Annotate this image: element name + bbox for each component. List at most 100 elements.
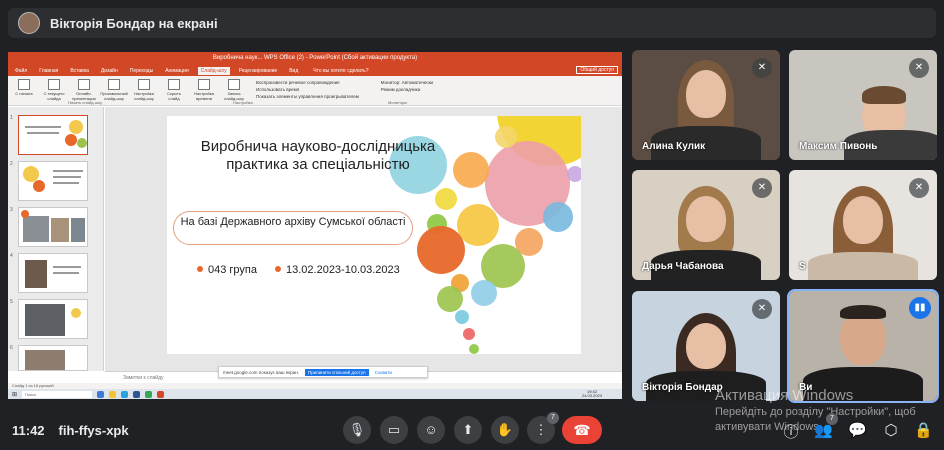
record-show-button[interactable]: Запись слайд-шоу bbox=[222, 79, 246, 102]
from-beginning-button[interactable]: С начала bbox=[12, 79, 36, 102]
participant-video bbox=[840, 305, 886, 319]
setup-show-button[interactable]: Настройка слайд-шоу bbox=[132, 79, 156, 102]
stop-sharing-button[interactable]: Припинити спільний доступ bbox=[304, 368, 369, 376]
leave-call-button[interactable]: ☎ bbox=[562, 416, 602, 444]
thumb-text bbox=[53, 170, 83, 172]
ribbon-label: Настройка слайд-шоу bbox=[134, 91, 154, 101]
chrome-icon[interactable] bbox=[145, 390, 153, 398]
ppt-share-button[interactable]: Общий доступ bbox=[576, 66, 618, 74]
more-options-button[interactable]: ⋮ 7 bbox=[527, 412, 559, 444]
end-call-icon: ☎ bbox=[573, 422, 591, 438]
slide-thumb[interactable] bbox=[18, 207, 88, 247]
presenter-banner: Вікторія Бондар на екрані bbox=[8, 8, 936, 38]
thumb-number: 4 bbox=[10, 253, 13, 259]
folder-icon[interactable] bbox=[109, 390, 117, 398]
participant-tile[interactable]: ✕ Максим Пивонь bbox=[789, 50, 937, 160]
tab-design[interactable]: Дизайн bbox=[98, 67, 121, 75]
host-controls-icon[interactable]: 🔒 bbox=[914, 421, 933, 439]
windows-taskbar: ⊞ Поиск 19:42 24.03.2023 bbox=[8, 389, 622, 399]
meeting-info-icon[interactable]: ⓘ bbox=[782, 421, 800, 442]
tab-file[interactable]: Файл bbox=[12, 67, 30, 75]
participant-tile[interactable]: ✕ Алина Кулик bbox=[632, 50, 780, 160]
timings-check[interactable]: Использовать время bbox=[256, 86, 359, 93]
narration-check[interactable]: Воспроизвести речевое сопровождение bbox=[256, 79, 359, 86]
edge-icon[interactable] bbox=[97, 390, 105, 398]
hand-icon: ✋ bbox=[496, 422, 514, 437]
thumb-number: 2 bbox=[10, 161, 13, 167]
slide-thumb[interactable] bbox=[18, 345, 88, 371]
participant-video bbox=[808, 252, 918, 280]
monitor-select[interactable]: Монитор: Автоматически bbox=[381, 79, 433, 86]
emoji-icon: ☺ bbox=[424, 422, 438, 437]
tell-me-search[interactable]: Что вы хотите сделать? bbox=[313, 68, 368, 74]
activities-icon[interactable]: ⬡ bbox=[882, 421, 900, 439]
participant-name: Дарья Чабанова bbox=[642, 261, 724, 272]
windows-start-icon[interactable]: ⊞ bbox=[12, 391, 17, 398]
participant-tile-self[interactable]: ▮▮ Ви bbox=[787, 289, 939, 403]
people-count: 7 bbox=[826, 413, 838, 425]
ribbon-monitor: Монитор: Автоматически Режим докладчика bbox=[381, 79, 433, 102]
from-current-button[interactable]: С текущего слайда bbox=[42, 79, 66, 102]
online-present-button[interactable]: Онлайн-презентация bbox=[72, 79, 96, 102]
thumb-text bbox=[53, 176, 81, 178]
thumb-number: 5 bbox=[10, 299, 13, 305]
reactions-button[interactable]: ☺ bbox=[417, 416, 445, 444]
group-label: Начать слайд-шоу bbox=[68, 100, 103, 105]
more-vert-icon: ⋮ bbox=[534, 422, 548, 437]
decor-circle bbox=[471, 280, 497, 306]
hide-notice-button[interactable]: Сховати bbox=[375, 370, 392, 375]
slide-thumb[interactable] bbox=[18, 161, 88, 201]
thumb-photo bbox=[23, 216, 49, 242]
rehearse-timings-button[interactable]: Настройка времени bbox=[192, 79, 216, 102]
powerpoint-icon[interactable] bbox=[157, 390, 165, 398]
slide-thumb[interactable] bbox=[18, 253, 88, 293]
slide-thumb[interactable] bbox=[18, 115, 88, 155]
camera-icon: ▭ bbox=[387, 422, 401, 437]
participant-tile[interactable]: ✕ S bbox=[789, 170, 937, 280]
telegram-icon[interactable] bbox=[121, 390, 129, 398]
current-slide[interactable]: Виробнича науково-дослідницька практика … bbox=[167, 116, 581, 354]
participant-name: Алина Кулик bbox=[642, 141, 706, 152]
presenter-view-check[interactable]: Режим докладчика bbox=[381, 86, 433, 93]
tab-animations[interactable]: Анимация bbox=[162, 67, 191, 75]
word-icon[interactable] bbox=[133, 390, 141, 398]
slide-dates: 13.02.2023-10.03.2023 bbox=[275, 264, 400, 276]
ribbon-label: Скрыть слайд bbox=[167, 91, 181, 101]
decor-circle bbox=[435, 188, 457, 210]
present-button[interactable]: ⬆ bbox=[454, 416, 482, 444]
thumb-shape bbox=[77, 138, 87, 148]
chat-icon[interactable]: 💬 bbox=[848, 421, 867, 439]
thumb-number: 1 bbox=[10, 115, 13, 121]
mic-off-icon: ✕ bbox=[752, 299, 772, 319]
tab-insert[interactable]: Вставка bbox=[67, 67, 92, 75]
globe-icon bbox=[78, 79, 90, 90]
participant-tile[interactable]: ✕ Вікторія Бондар bbox=[632, 291, 780, 401]
tab-transitions[interactable]: Переходы bbox=[127, 67, 156, 75]
ribbon-label: Настройка времени bbox=[194, 91, 214, 101]
clock-date: 24.03.2023 bbox=[581, 393, 602, 398]
participant-tile[interactable]: ✕ Дарья Чабанова bbox=[632, 170, 780, 280]
thumb-number: 3 bbox=[10, 207, 13, 213]
media-controls-check[interactable]: Показать элементы управления проигрывате… bbox=[256, 93, 359, 100]
hide-slide-button[interactable]: Скрыть слайд bbox=[162, 79, 186, 102]
screen-share-notice: meet.google.com показує ваш екран. Припи… bbox=[218, 366, 428, 378]
people-icon[interactable]: 👥 7 bbox=[814, 413, 838, 439]
tab-slideshow[interactable]: Слайд-шоу bbox=[197, 66, 230, 75]
slide-thumb[interactable] bbox=[18, 299, 88, 339]
taskbar-search[interactable]: Поиск bbox=[22, 390, 93, 398]
ribbon-checkboxes: Воспроизвести речевое сопровождение Испо… bbox=[256, 79, 359, 102]
tab-home[interactable]: Главная bbox=[36, 67, 61, 75]
more-badge: 7 bbox=[547, 412, 559, 424]
bullet-icon bbox=[197, 266, 203, 272]
play-icon bbox=[18, 79, 30, 90]
ppt-titlebar: Виробнича наук... WPS Office (2) - Power… bbox=[8, 52, 622, 65]
thumb-text bbox=[27, 132, 59, 134]
raise-hand-button[interactable]: ✋ bbox=[491, 416, 519, 444]
watermark-title: Активация Windows bbox=[715, 387, 854, 404]
tab-view[interactable]: Вид bbox=[286, 67, 301, 75]
custom-show-button[interactable]: Произвольный слайд-шоу bbox=[100, 79, 128, 102]
camera-button[interactable]: ▭ bbox=[380, 416, 408, 444]
tab-review[interactable]: Рецензирование bbox=[236, 67, 281, 75]
microphone-button[interactable]: 🎙 bbox=[343, 416, 371, 444]
group-label: Настройка bbox=[233, 100, 253, 105]
